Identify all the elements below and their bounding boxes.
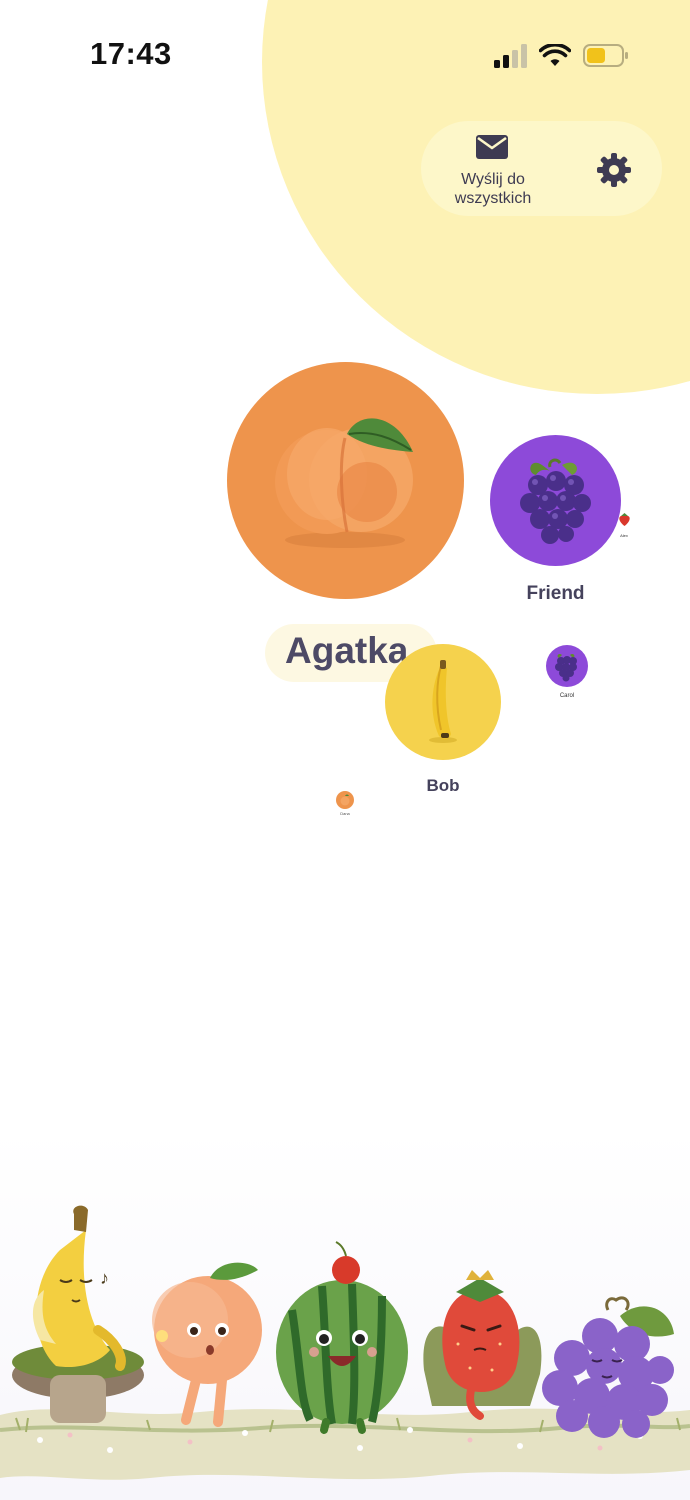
peach-icon — [340, 794, 350, 806]
contact-bubble-agatka[interactable] — [227, 362, 464, 599]
svg-text:♪: ♪ — [100, 1268, 109, 1288]
grapes-icon — [555, 654, 577, 682]
strawberry-icon[interactable] — [618, 512, 631, 527]
send-to-all-button[interactable]: Wyślij do wszystkich — [438, 130, 548, 210]
contact-name-friend: Friend — [526, 583, 585, 604]
battery-icon — [583, 44, 628, 67]
send-to-all-label: Wyślij do wszystkich — [454, 171, 532, 207]
fruit-characters-illustration: ♪ — [0, 1130, 690, 1500]
contact-name-dana: Dana — [340, 811, 350, 816]
home-screen: 17:43 Wyślij do wszystkich Agatka Friend… — [0, 0, 690, 1500]
contact-bubble-friend[interactable] — [490, 435, 621, 566]
contact-name-carol: Carol — [559, 693, 575, 699]
banana-icon — [429, 660, 457, 743]
contact-name-alex: Alex — [620, 533, 628, 538]
status-time: 17:43 — [90, 36, 172, 71]
envelope-icon — [476, 135, 508, 159]
grapes-icon — [520, 458, 591, 544]
contact-bubble-dana[interactable] — [336, 791, 354, 809]
contact-name-agatka: Agatka — [285, 630, 409, 671]
gear-icon[interactable] — [594, 150, 634, 190]
contact-bubble-bob[interactable] — [385, 644, 501, 760]
peach-icon — [275, 418, 413, 548]
contact-bubble-carol[interactable] — [546, 645, 588, 687]
cellular-signal-icon — [494, 44, 527, 68]
wifi-icon — [539, 44, 571, 66]
contact-name-bob: Bob — [426, 776, 460, 795]
